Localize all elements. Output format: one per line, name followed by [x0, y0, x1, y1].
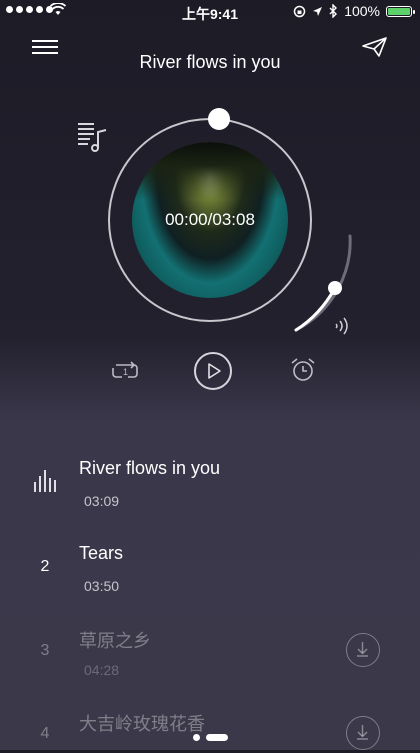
rotation-lock-icon — [293, 5, 306, 17]
battery-percent: 100% — [344, 3, 380, 19]
download-icon — [357, 642, 368, 657]
svg-text:1: 1 — [123, 367, 128, 377]
playlist-music-icon[interactable] — [76, 120, 110, 154]
song-duration: 03:09 — [84, 493, 120, 509]
status-right: 100% — [293, 3, 415, 19]
list-item[interactable]: 4 大吉岭玫瑰花香 — [0, 708, 420, 750]
song-name: 草原之乡 — [79, 631, 151, 651]
progress-knob[interactable] — [208, 108, 230, 130]
list-item[interactable]: 3 草原之乡 04:28 — [0, 625, 420, 685]
list-item[interactable]: 2 Tears 03:50 — [0, 541, 420, 601]
play-button[interactable] — [194, 352, 232, 390]
playback-time: 00:00/03:08 — [165, 210, 255, 229]
equalizer-bars-icon — [34, 470, 56, 492]
status-bar: 上午9:41 100% — [0, 0, 420, 24]
song-title: River flows in you — [139, 52, 281, 72]
song-name: Tears — [79, 543, 124, 563]
location-arrow-icon — [313, 6, 323, 16]
song-duration: 03:50 — [84, 578, 120, 594]
bluetooth-icon — [329, 4, 338, 18]
alarm-clock-icon[interactable] — [289, 356, 317, 384]
download-button[interactable] — [346, 633, 380, 667]
download-icon — [357, 725, 368, 740]
page-indicator — [0, 734, 420, 741]
song-index: 3 — [40, 642, 50, 659]
song-index: 2 — [40, 558, 50, 575]
volume-knob[interactable] — [328, 281, 342, 295]
speaker-icon — [335, 317, 348, 335]
repeat-one-icon[interactable]: 1 — [110, 357, 140, 385]
paper-plane-icon[interactable] — [362, 36, 388, 58]
song-name: River flows in you — [79, 458, 221, 478]
battery-icon — [386, 5, 415, 17]
song-duration: 04:28 — [84, 662, 120, 678]
play-icon — [208, 363, 221, 379]
song-name: 大吉岭玫瑰花香 — [79, 714, 205, 734]
download-button[interactable] — [346, 716, 380, 750]
page-dot-active[interactable] — [205, 734, 228, 741]
list-item[interactable]: River flows in you 03:09 — [0, 456, 420, 516]
page-dot[interactable] — [192, 734, 200, 741]
